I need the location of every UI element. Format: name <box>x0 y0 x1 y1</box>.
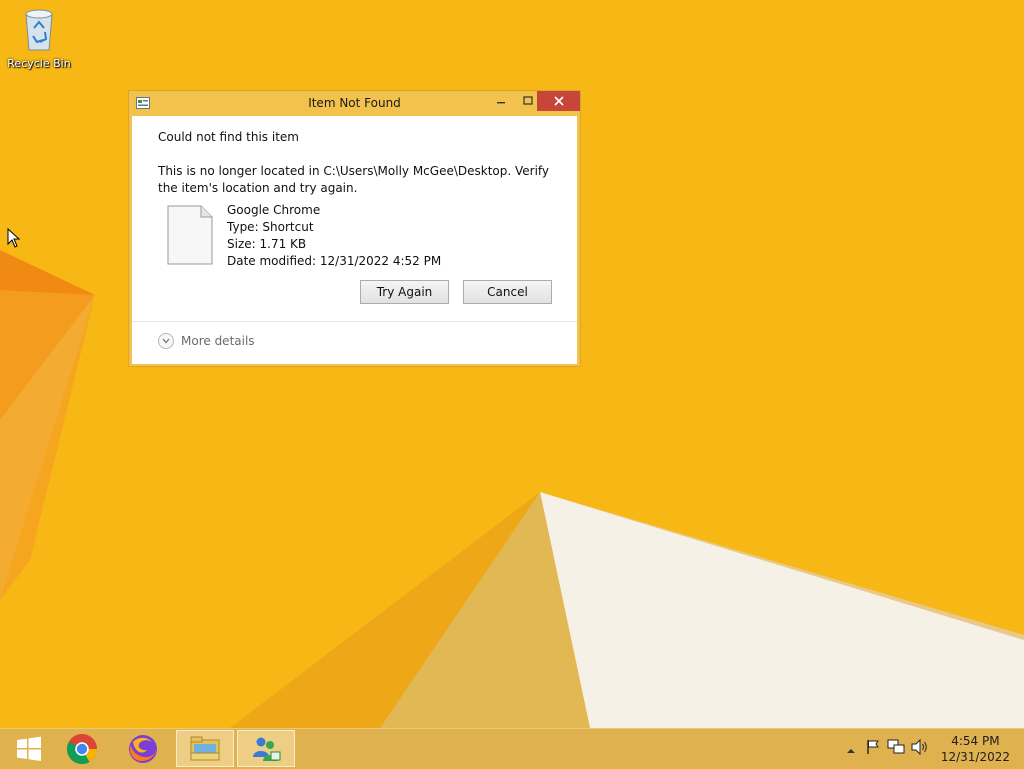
minimize-icon <box>497 102 505 104</box>
taskbar-file-explorer[interactable] <box>176 730 234 767</box>
mouse-cursor-icon <box>7 228 21 248</box>
file-explorer-icon <box>190 736 220 760</box>
desktop: Recycle Bin Item Not Found Could not fin… <box>0 0 1024 728</box>
desktop-icon-recycle-bin[interactable]: Recycle Bin <box>4 6 74 70</box>
item-not-found-dialog: Item Not Found Could not find this item … <box>128 90 581 367</box>
more-details-toggle[interactable]: More details <box>158 333 255 349</box>
clock-date: 12/31/2022 <box>940 750 1010 764</box>
network-button[interactable] <box>887 739 905 759</box>
action-center-button[interactable] <box>865 739 881 759</box>
close-button[interactable] <box>537 91 580 111</box>
chevron-up-icon <box>847 748 855 753</box>
document-icon <box>167 205 213 265</box>
file-name: Google Chrome <box>227 203 321 217</box>
file-type: Type: Shortcut <box>227 220 314 234</box>
firefox-icon <box>129 734 157 763</box>
volume-icon <box>911 738 927 756</box>
taskbar-clock[interactable]: 4:54 PM 12/31/2022 <box>941 733 1010 765</box>
start-button[interactable] <box>0 730 58 767</box>
file-date-modified: Date modified: 12/31/2022 4:52 PM <box>227 254 442 268</box>
dialog-message: This is no longer located in C:\Users\Mo… <box>158 164 550 195</box>
clock-time: 4:54 PM <box>951 734 1000 748</box>
system-tray <box>846 729 929 769</box>
file-size: Size: 1.71 KB <box>227 237 307 251</box>
taskbar-user-app[interactable] <box>237 730 295 767</box>
dialog-heading: Could not find this item <box>158 130 299 144</box>
desktop-icon-label: Recycle Bin <box>7 57 71 70</box>
taskbar-chrome[interactable] <box>53 730 111 767</box>
recycle-bin-icon <box>25 9 53 51</box>
dialog-titlebar[interactable]: Item Not Found <box>129 91 580 115</box>
network-icon <box>887 739 905 754</box>
cancel-button[interactable]: Cancel <box>463 280 552 304</box>
chevron-down-icon <box>158 333 174 349</box>
windows-logo-icon <box>17 736 41 761</box>
chrome-icon <box>66 733 97 764</box>
users-icon <box>253 737 281 761</box>
try-again-button[interactable]: Try Again <box>360 280 449 304</box>
file-info: Google Chrome Type: Shortcut Size: 1.71 … <box>227 202 441 270</box>
minimize-button[interactable] <box>487 91 515 111</box>
dialog-divider <box>132 321 577 322</box>
show-hidden-icons-button[interactable] <box>846 740 856 759</box>
dialog-content: Could not find this item This is no long… <box>132 116 577 364</box>
maximize-icon <box>523 96 533 105</box>
close-icon <box>553 96 564 106</box>
taskbar: 4:54 PM 12/31/2022 <box>0 728 1024 768</box>
volume-button[interactable] <box>911 738 929 759</box>
more-details-label: More details <box>181 334 255 348</box>
taskbar-firefox[interactable] <box>114 730 172 767</box>
flag-icon <box>867 740 879 754</box>
